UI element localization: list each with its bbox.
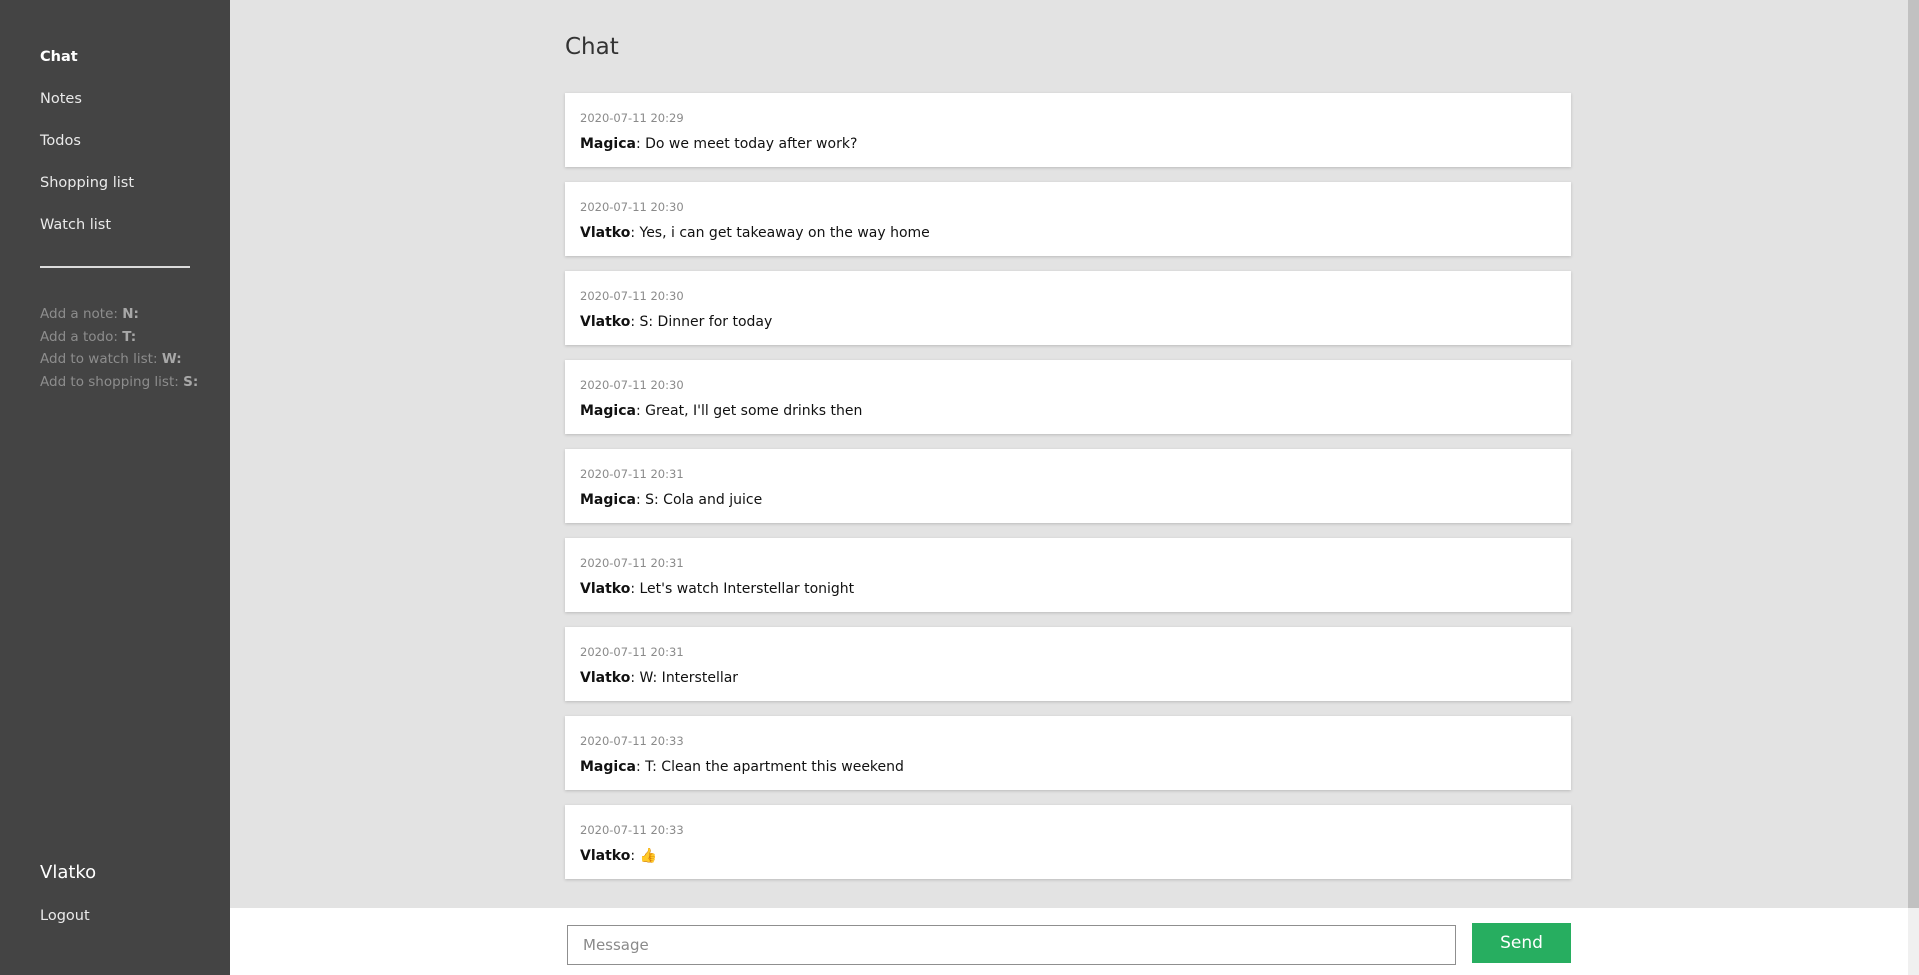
sidebar-item-watch-list[interactable]: Watch list [40,214,190,256]
hint-add-note: Add a note: N: [40,303,198,326]
message-text: : 👍 [630,848,657,864]
message-card: 2020-07-11 20:33 Magica: T: Clean the ap… [565,716,1571,790]
message-card: 2020-07-11 20:31 Vlatko: W: Interstellar [565,627,1571,701]
message-body: Magica: Great, I'll get some drinks then [580,402,1556,420]
logout-link[interactable]: Logout [40,908,90,924]
message-body: Magica: Do we meet today after work? [580,135,1556,153]
message-text: : T: Clean the apartment this weekend [635,759,904,775]
sidebar-item-todos[interactable]: Todos [40,130,190,172]
message-text: : W: Interstellar [630,670,739,686]
message-body: Vlatko: 👍 [580,847,1556,865]
sidebar-item-notes[interactable]: Notes [40,88,190,130]
message-timestamp: 2020-07-11 20:33 [580,734,684,748]
message-body: Vlatko: W: Interstellar [580,669,1556,687]
message-text: : Let's watch Interstellar tonight [630,581,855,597]
message-card: 2020-07-11 20:31 Vlatko: Let's watch Int… [565,538,1571,612]
message-timestamp: 2020-07-11 20:31 [580,645,684,659]
message-card: 2020-07-11 20:29 Magica: Do we meet toda… [565,93,1571,167]
message-timestamp: 2020-07-11 20:30 [580,378,684,392]
message-body: Vlatko: Let's watch Interstellar tonight [580,580,1556,598]
hint-add-todo: Add a todo: T: [40,326,198,349]
message-author: Magica [580,403,636,419]
message-timestamp: 2020-07-11 20:30 [580,200,684,214]
message-text: : S: Cola and juice [635,492,763,508]
sidebar-item-chat[interactable]: Chat [40,46,190,88]
current-username: Vlatko [40,862,97,883]
message-card: 2020-07-11 20:33 Vlatko: 👍 [565,805,1571,879]
message-timestamp: 2020-07-11 20:31 [580,556,684,570]
hint-text: Add a note: [40,306,123,322]
message-text: : S: Dinner for today [630,314,773,330]
send-button[interactable]: Send [1472,923,1571,963]
message-card: 2020-07-11 20:30 Vlatko: S: Dinner for t… [565,271,1571,345]
message-card: 2020-07-11 20:31 Magica: S: Cola and jui… [565,449,1571,523]
message-author: Vlatko [580,670,631,686]
message-author: Vlatko [580,314,631,330]
message-timestamp: 2020-07-11 20:30 [580,289,684,303]
message-author: Magica [580,136,636,152]
message-timestamp: 2020-07-11 20:33 [580,823,684,837]
message-text: : Do we meet today after work? [635,136,858,152]
hint-key: T: [122,328,137,345]
message-body: Magica: S: Cola and juice [580,491,1556,509]
message-text: : Yes, i can get takeaway on the way hom… [630,225,930,241]
message-author: Vlatko [580,581,631,597]
message-author: Vlatko [580,225,631,241]
message-composer: Send [230,908,1908,975]
hint-add-watch: Add to watch list: W: [40,348,198,371]
vertical-scrollbar[interactable] [1908,0,1919,975]
sidebar-item-shopping-list[interactable]: Shopping list [40,172,190,214]
page-title: Chat [565,34,619,60]
message-author: Vlatko [580,848,631,864]
message-input[interactable] [567,925,1456,965]
sidebar: Chat Notes Todos Shopping list Watch lis… [0,0,230,975]
sidebar-nav: Chat Notes Todos Shopping list Watch lis… [40,46,190,268]
message-timestamp: 2020-07-11 20:31 [580,467,684,481]
scrollbar-thumb[interactable] [1908,0,1919,908]
hint-text: Add to watch list: [40,351,162,367]
message-author: Magica [580,492,636,508]
message-text: : Great, I'll get some drinks then [635,403,863,419]
message-timestamp: 2020-07-11 20:29 [580,111,684,125]
message-card: 2020-07-11 20:30 Vlatko: Yes, i can get … [565,182,1571,256]
shortcut-hints: Add a note: N: Add a todo: T: Add to wat… [40,303,198,393]
message-card: 2020-07-11 20:30 Magica: Great, I'll get… [565,360,1571,434]
message-body: Vlatko: S: Dinner for today [580,313,1556,331]
message-list: 2020-07-11 20:29 Magica: Do we meet toda… [565,93,1571,894]
hint-add-shopping: Add to shopping list: S: [40,371,198,394]
hint-key: W: [161,351,182,367]
hint-text: Add a todo: [40,328,123,345]
message-author: Magica [580,759,636,775]
message-body: Magica: T: Clean the apartment this week… [580,758,1556,776]
hint-key: S: [183,373,199,390]
hint-text: Add to shopping list: [40,373,184,390]
hint-key: N: [122,306,139,322]
message-body: Vlatko: Yes, i can get takeaway on the w… [580,224,1556,242]
